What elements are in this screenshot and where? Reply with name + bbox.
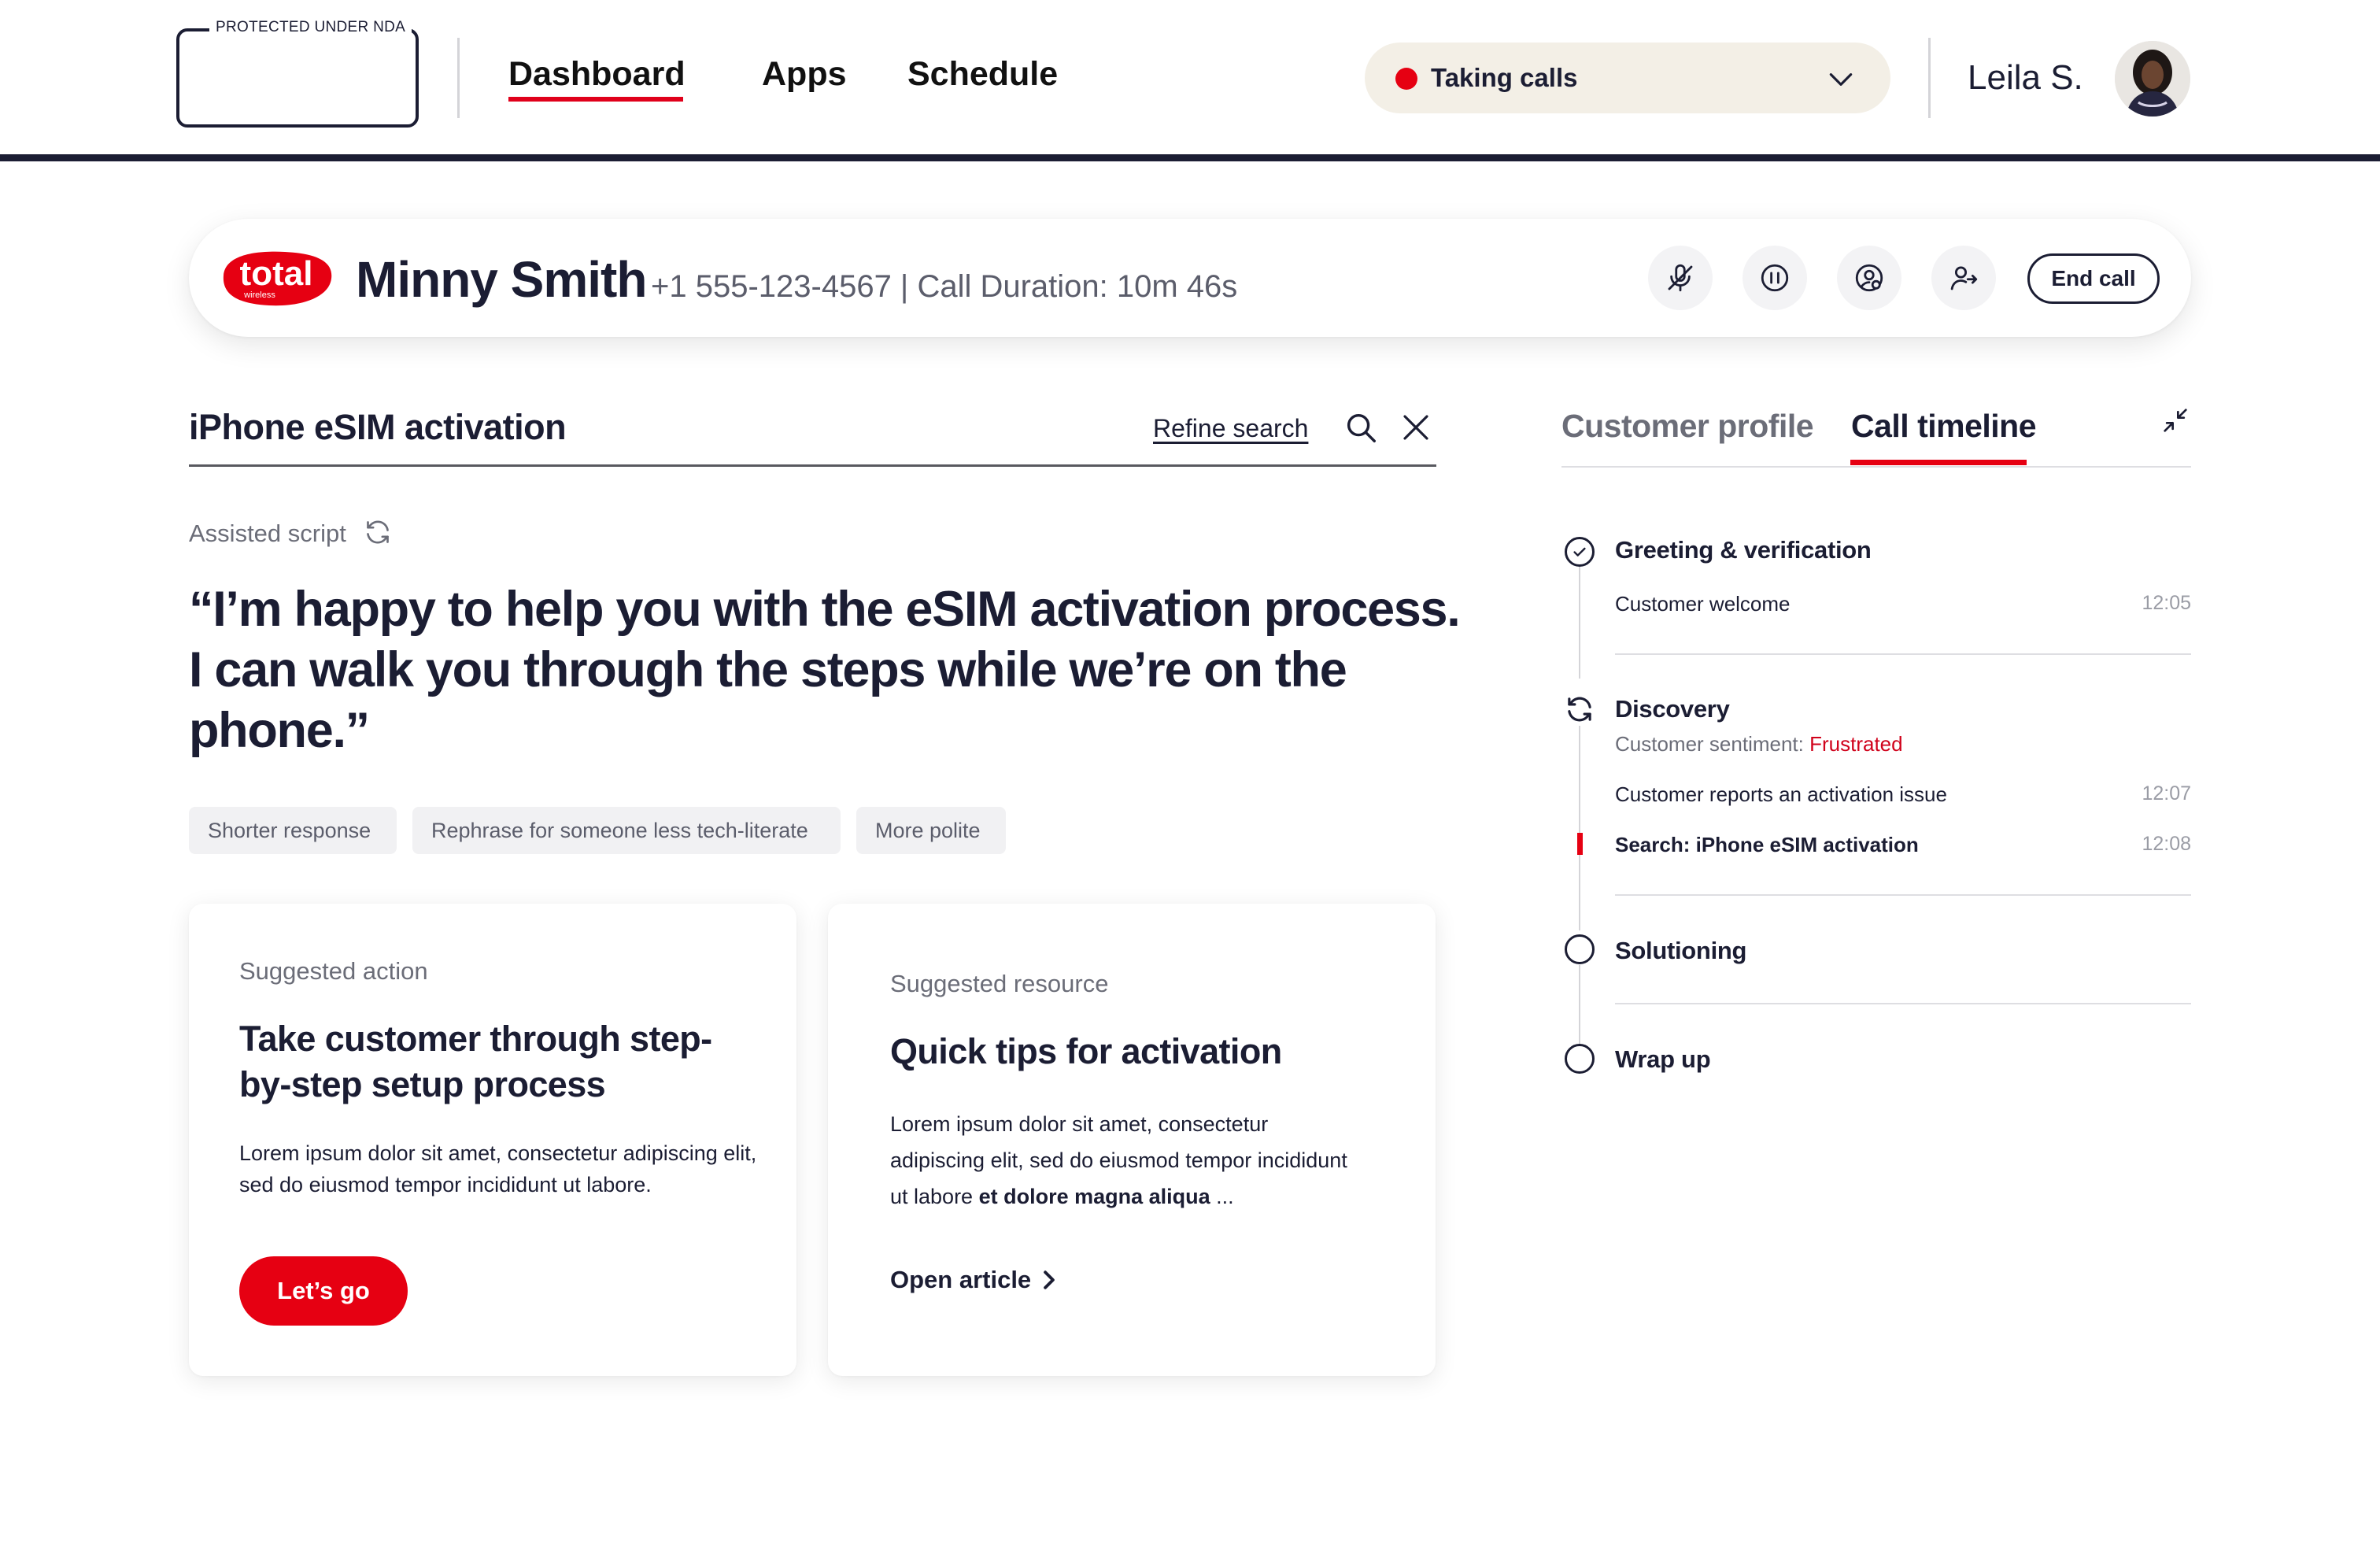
- current-event-marker: [1577, 833, 1583, 855]
- timeline-event-time: 12:05: [2142, 592, 2191, 614]
- logo-placeholder[interactable]: [176, 28, 419, 128]
- collapse-icon[interactable]: [2160, 405, 2191, 436]
- call-status-label: Taking calls: [1431, 63, 1578, 92]
- step-in-progress-sync-icon: [1563, 693, 1596, 726]
- card-body-emphasis: et dolore magna aliqua: [978, 1185, 1210, 1208]
- hold-button[interactable]: [1743, 246, 1807, 310]
- header-divider: [1928, 38, 1931, 118]
- end-call-button[interactable]: End call: [2027, 253, 2160, 304]
- header-rule: [0, 154, 2380, 161]
- tabs-divider: [1561, 466, 2191, 468]
- timeline-event: Customer welcome: [1615, 592, 1791, 616]
- timeline-event: Customer reports an activation issue: [1615, 782, 1947, 806]
- close-icon[interactable]: [1399, 411, 1432, 444]
- customer-name: Minny Smith: [356, 251, 647, 308]
- nav-schedule[interactable]: Schedule: [907, 55, 1058, 94]
- customer-account-button[interactable]: [1837, 246, 1901, 310]
- avatar[interactable]: [2115, 41, 2190, 117]
- nav-dashboard[interactable]: Dashboard: [508, 55, 686, 94]
- timeline-step-title: Wrap up: [1615, 1045, 1711, 1073]
- transfer-button[interactable]: [1931, 246, 1996, 310]
- chip-shorter-response[interactable]: Shorter response: [189, 807, 397, 854]
- open-article-label: Open article: [890, 1266, 1032, 1293]
- mute-microphone-icon: [1664, 261, 1697, 294]
- card-eyebrow: Suggested action: [239, 957, 428, 985]
- timeline-connector: [1579, 724, 1580, 930]
- customer-account-icon: [1853, 261, 1886, 294]
- nav-apps[interactable]: Apps: [762, 55, 847, 94]
- timeline-connector: [1579, 567, 1580, 679]
- lets-go-button[interactable]: Let’s go: [239, 1256, 408, 1326]
- card-title: Quick tips for activation: [890, 1031, 1282, 1071]
- timeline-divider: [1615, 653, 2191, 655]
- timeline-event-time: 12:07: [2142, 782, 2191, 804]
- mute-button[interactable]: [1648, 246, 1713, 310]
- tab-customer-profile[interactable]: Customer profile: [1561, 408, 1814, 445]
- tab-call-timeline[interactable]: Call timeline: [1851, 408, 2037, 445]
- chevron-right-icon: [1042, 1270, 1056, 1290]
- search-query-title: iPhone eSIM activation: [189, 407, 567, 447]
- refine-search-link[interactable]: Refine search: [1153, 414, 1308, 443]
- timeline-divider: [1615, 1003, 2191, 1004]
- card-body: Lorem ipsum dolor sit amet, consectetur …: [890, 1106, 1362, 1215]
- timeline-event-current: Search: iPhone eSIM activation: [1615, 833, 1919, 856]
- timeline-divider: [1615, 894, 2191, 896]
- sentiment-value: Frustrated: [1809, 732, 1903, 756]
- transfer-user-icon: [1947, 261, 1980, 294]
- assisted-script-label: Assisted script: [189, 520, 346, 547]
- status-indicator-dot: [1395, 68, 1417, 90]
- carrier-logo: total wireless: [219, 249, 335, 309]
- chip-rephrase[interactable]: Rephrase for someone less tech-literate: [412, 807, 841, 854]
- step-pending-circle-icon: [1565, 1044, 1595, 1074]
- carrier-logo-word: total: [240, 254, 313, 293]
- timeline-connector: [1579, 965, 1580, 1044]
- call-meta: +1 555-123-4567 | Call Duration: 10m 46s: [651, 269, 1238, 304]
- timeline-step-title: Solutioning: [1615, 937, 1747, 964]
- carrier-logo-sub: wireless: [243, 290, 275, 300]
- logo-label: PROTECTED UNDER NDA: [209, 19, 412, 36]
- assisted-script-quote: “I’m happy to help you with the eSIM act…: [189, 582, 1461, 758]
- card-title: Take customer through step-by-step setup…: [239, 1019, 712, 1104]
- chevron-down-icon: [1826, 65, 1856, 94]
- header-divider: [457, 38, 460, 118]
- user-name: Leila S.: [1968, 58, 2083, 97]
- active-tab-indicator: [1850, 460, 2027, 465]
- nav-active-indicator: [508, 97, 683, 102]
- chip-more-polite[interactable]: More polite: [856, 807, 1006, 854]
- open-article-link[interactable]: Open article: [890, 1266, 1056, 1294]
- card-eyebrow: Suggested resource: [890, 970, 1109, 997]
- step-complete-check-icon: [1565, 537, 1595, 567]
- timeline-event-time: 12:08: [2142, 833, 2191, 855]
- sentiment-label: Customer sentiment:: [1615, 732, 1804, 756]
- refresh-icon[interactable]: [362, 516, 394, 548]
- customer-sentiment: Customer sentiment: Frustrated: [1615, 732, 1903, 756]
- timeline-step-title: Discovery: [1615, 695, 1730, 723]
- pause-icon: [1758, 261, 1791, 294]
- step-pending-circle-icon: [1565, 934, 1595, 964]
- search-icon[interactable]: [1343, 409, 1379, 446]
- card-body: Lorem ipsum dolor sit amet, consectetur …: [239, 1141, 757, 1196]
- search-underline: [189, 464, 1436, 467]
- timeline-step-title: Greeting & verification: [1615, 536, 1872, 564]
- card-body-ellipsis: ...: [1216, 1185, 1234, 1208]
